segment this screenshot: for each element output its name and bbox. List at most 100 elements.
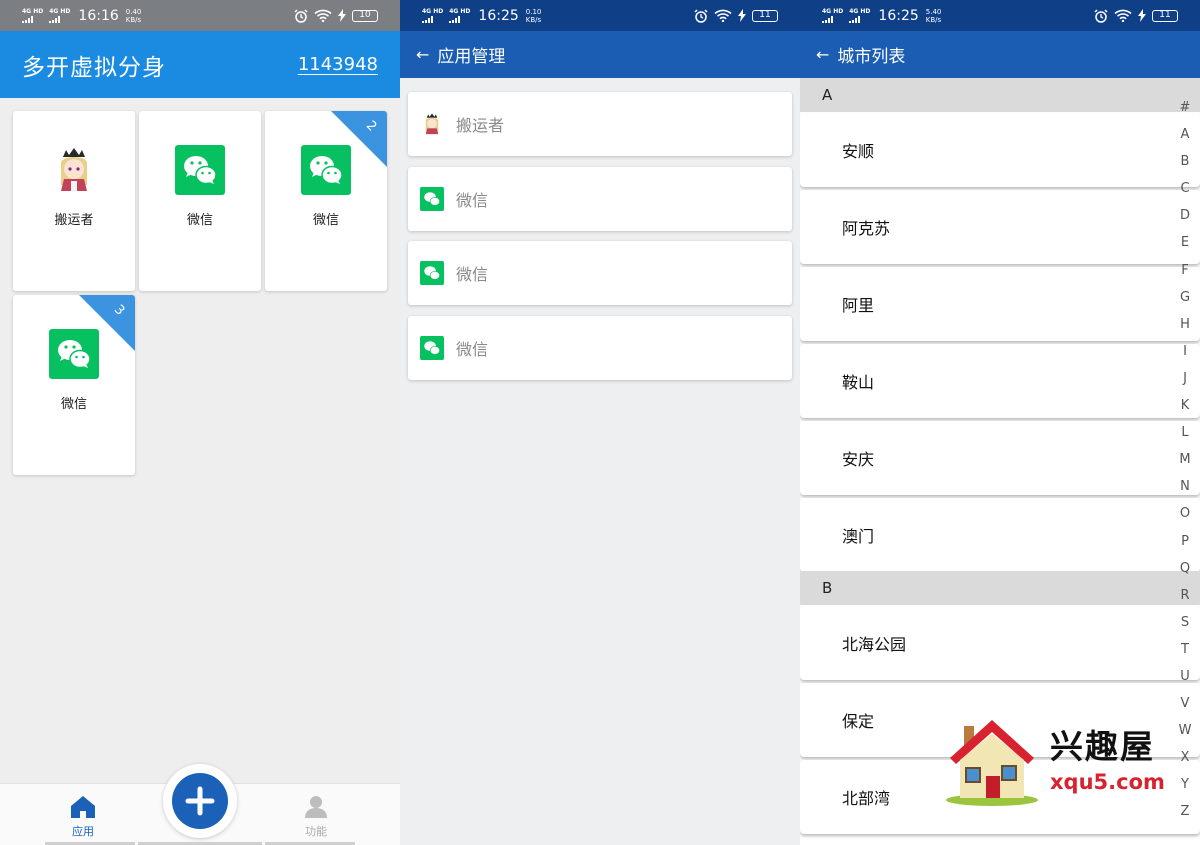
watermark-name: 兴趣屋 [1050,727,1155,766]
signal-icon: 4G HD [422,8,443,23]
app-list-item[interactable]: 搬运者 [408,92,792,156]
app-management-screen: 4G HD 4G HD 16:25 0.10 KB/s 11 ← 应用管理 搬运… [400,0,800,845]
charging-icon [1138,9,1146,22]
app-name: 搬运者 [456,116,505,135]
app-bar: ← 城市列表 [800,31,1200,78]
status-bar: 4G HD 4G HD 16:25 0.10 KB/s 11 [400,0,800,31]
index-letter[interactable]: D [1170,202,1200,229]
signal-icon: 4G HD [822,8,843,23]
alarm-icon [694,8,708,23]
page-title: 城市列表 [837,47,906,67]
city-item[interactable]: 安庆 [800,421,1200,495]
city-item[interactable]: 阿里 [800,267,1200,341]
app-card[interactable]: 微信 3 [13,295,135,475]
watermark-url: xqu5.com [1050,770,1165,794]
page-title: 多开虚拟分身 [22,54,166,81]
app-label: 微信 [186,213,213,228]
anime-avatar-icon [61,148,87,191]
index-letter[interactable]: P [1170,528,1200,555]
index-letter[interactable]: N [1170,473,1200,500]
index-letter[interactable]: A [1170,121,1200,148]
status-bar: 4G HD 4G HD 16:25 5.40 KB/s 11 [800,0,1200,31]
index-letter[interactable]: K [1170,392,1200,419]
city-item[interactable]: 澳门 [800,498,1200,572]
add-app-button[interactable] [163,764,237,838]
app-label: 搬运者 [54,213,94,228]
signal-icon: 4G HD [22,8,43,23]
index-letter[interactable]: O [1170,500,1200,527]
nav-label: 应用 [72,825,94,838]
city-item[interactable]: 北海公园 [800,606,1200,680]
app-list-item[interactable]: 微信 [408,241,792,305]
wechat-icon [175,145,225,195]
app-name: 微信 [456,191,489,210]
battery-icon: 10 [352,9,378,22]
index-letter[interactable]: H [1170,311,1200,338]
battery-icon: 11 [752,9,778,22]
index-letter[interactable]: # [1170,94,1200,121]
app-list-item[interactable]: 微信 [408,316,792,380]
signal-icon: 4G HD [449,8,470,23]
back-arrow-icon[interactable]: ← [416,45,429,64]
index-letter[interactable]: B [1170,148,1200,175]
index-letter[interactable]: I [1170,338,1200,365]
clock: 16:25 [878,7,919,24]
watermark-logo: 兴趣屋 xqu5.com [942,714,1182,809]
index-letter[interactable]: M [1170,446,1200,473]
index-letter[interactable]: F [1170,257,1200,284]
plus-icon [185,786,215,816]
app-name: 微信 [456,265,489,284]
index-letter[interactable]: T [1170,636,1200,663]
section-header: B [800,571,1200,605]
clone-number-badge: 2 [331,111,387,167]
signal-icon: 4G HD [849,8,870,23]
house-logo-icon [946,720,1038,806]
net-speed: 0.40 KB/s [125,7,142,24]
index-letter[interactable]: Q [1170,555,1200,582]
clock: 16:16 [78,7,119,24]
wifi-icon [714,9,732,22]
app-label: 微信 [312,213,339,228]
net-speed: 0.10 KB/s [525,7,542,24]
home-screen: 4G HD 4G HD 16:16 0.40 KB/s 10 多开虚拟分身 114… [0,0,400,845]
wifi-icon [314,9,332,22]
nav-label: 功能 [305,825,327,838]
charging-icon [738,9,746,22]
wechat-icon [420,336,444,360]
signal-icon: 4G HD [49,8,70,23]
index-letter[interactable]: E [1170,229,1200,256]
net-speed: 5.40 KB/s [925,7,942,24]
user-code-link[interactable]: 1143948 [298,54,378,75]
back-arrow-icon[interactable]: ← [816,45,829,64]
app-card[interactable]: 微信 2 [265,111,387,291]
nav-tab-features[interactable]: 功能 [276,795,356,839]
index-letter[interactable]: U [1170,663,1200,690]
status-bar: 4G HD 4G HD 16:16 0.40 KB/s 10 [0,0,400,31]
app-card[interactable]: 搬运者 [13,111,135,291]
wifi-icon [1114,9,1132,22]
alarm-icon [1094,8,1108,23]
index-letter[interactable]: C [1170,175,1200,202]
home-header: 多开虚拟分身 1143948 [0,31,400,98]
city-item[interactable]: 阿克苏 [800,190,1200,264]
nav-tab-apps[interactable]: 应用 [43,795,123,839]
charging-icon [338,9,346,22]
wechat-icon [420,261,444,285]
app-label: 微信 [60,397,87,412]
index-letter[interactable]: S [1170,609,1200,636]
city-item[interactable]: 安顺 [800,113,1200,187]
page-title: 应用管理 [437,47,506,67]
index-letter[interactable]: G [1170,284,1200,311]
clock: 16:25 [478,7,519,24]
home-icon [71,796,95,818]
app-name: 微信 [456,340,489,359]
user-icon [305,796,327,818]
battery-icon: 11 [1152,9,1178,22]
app-card[interactable]: 微信 [139,111,261,291]
city-item[interactable]: 鞍山 [800,344,1200,418]
clone-number-badge: 3 [79,295,135,351]
index-letter[interactable]: J [1170,365,1200,392]
index-letter[interactable]: L [1170,419,1200,446]
index-letter[interactable]: R [1170,582,1200,609]
app-list-item[interactable]: 微信 [408,167,792,231]
